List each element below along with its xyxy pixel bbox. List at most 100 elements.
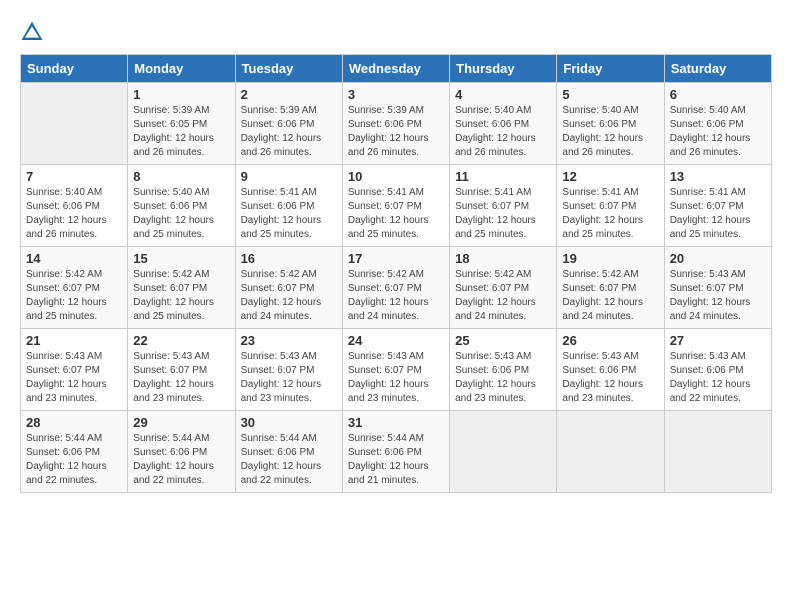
day-number: 11 xyxy=(455,169,551,184)
day-number: 26 xyxy=(562,333,658,348)
day-number: 19 xyxy=(562,251,658,266)
day-info: Sunrise: 5:42 AM Sunset: 6:07 PM Dayligh… xyxy=(348,268,444,324)
day-number: 15 xyxy=(133,251,229,266)
calendar-day-cell xyxy=(664,411,771,493)
day-info: Sunrise: 5:43 AM Sunset: 6:07 PM Dayligh… xyxy=(348,350,444,406)
day-info: Sunrise: 5:40 AM Sunset: 6:06 PM Dayligh… xyxy=(26,186,122,242)
calendar-day-cell: 15 Sunrise: 5:42 AM Sunset: 6:07 PM Dayli… xyxy=(128,247,235,329)
calendar-day-cell: 22 Sunrise: 5:43 AM Sunset: 6:07 PM Dayli… xyxy=(128,329,235,411)
day-number: 4 xyxy=(455,87,551,102)
calendar-day-header: Thursday xyxy=(450,55,557,83)
day-info: Sunrise: 5:43 AM Sunset: 6:06 PM Dayligh… xyxy=(562,350,658,406)
calendar-day-cell xyxy=(450,411,557,493)
day-number: 13 xyxy=(670,169,766,184)
calendar-day-cell: 12 Sunrise: 5:41 AM Sunset: 6:07 PM Dayli… xyxy=(557,165,664,247)
calendar-day-cell: 11 Sunrise: 5:41 AM Sunset: 6:07 PM Dayli… xyxy=(450,165,557,247)
calendar-day-cell: 10 Sunrise: 5:41 AM Sunset: 6:07 PM Dayli… xyxy=(342,165,449,247)
day-number: 27 xyxy=(670,333,766,348)
calendar-day-cell: 16 Sunrise: 5:42 AM Sunset: 6:07 PM Dayli… xyxy=(235,247,342,329)
day-info: Sunrise: 5:39 AM Sunset: 6:06 PM Dayligh… xyxy=(241,104,337,160)
calendar-day-cell: 31 Sunrise: 5:44 AM Sunset: 6:06 PM Dayli… xyxy=(342,411,449,493)
calendar-day-cell: 6Sunrise: 5:40 AM Sunset: 6:06 PM Daylig… xyxy=(664,83,771,165)
calendar-day-cell: 21 Sunrise: 5:43 AM Sunset: 6:07 PM Dayli… xyxy=(21,329,128,411)
calendar-day-cell: 2 Sunrise: 5:39 AM Sunset: 6:06 PM Daylig… xyxy=(235,83,342,165)
day-number: 7 xyxy=(26,169,122,184)
calendar-week-row: 7 Sunrise: 5:40 AM Sunset: 6:06 PM Daylig… xyxy=(21,165,772,247)
calendar-day-cell: 7 Sunrise: 5:40 AM Sunset: 6:06 PM Daylig… xyxy=(21,165,128,247)
calendar-week-row: 14 Sunrise: 5:42 AM Sunset: 6:07 PM Dayli… xyxy=(21,247,772,329)
logo-icon xyxy=(20,20,44,44)
day-number: 22 xyxy=(133,333,229,348)
day-number: 16 xyxy=(241,251,337,266)
day-info: Sunrise: 5:42 AM Sunset: 6:07 PM Dayligh… xyxy=(26,268,122,324)
calendar-day-cell: 27Sunrise: 5:43 AM Sunset: 6:06 PM Dayli… xyxy=(664,329,771,411)
calendar-day-cell xyxy=(557,411,664,493)
day-number: 20 xyxy=(670,251,766,266)
calendar-week-row: 1Sunrise: 5:39 AM Sunset: 6:05 PM Daylig… xyxy=(21,83,772,165)
calendar-day-cell: 20Sunrise: 5:43 AM Sunset: 6:07 PM Dayli… xyxy=(664,247,771,329)
day-info: Sunrise: 5:41 AM Sunset: 6:07 PM Dayligh… xyxy=(455,186,551,242)
day-info: Sunrise: 5:43 AM Sunset: 6:07 PM Dayligh… xyxy=(241,350,337,406)
calendar-day-cell: 24Sunrise: 5:43 AM Sunset: 6:07 PM Dayli… xyxy=(342,329,449,411)
day-info: Sunrise: 5:40 AM Sunset: 6:06 PM Dayligh… xyxy=(562,104,658,160)
calendar-day-cell: 18 Sunrise: 5:42 AM Sunset: 6:07 PM Dayli… xyxy=(450,247,557,329)
day-number: 9 xyxy=(241,169,337,184)
day-number: 10 xyxy=(348,169,444,184)
day-number: 12 xyxy=(562,169,658,184)
day-info: Sunrise: 5:41 AM Sunset: 6:07 PM Dayligh… xyxy=(670,186,766,242)
calendar-day-cell: 9 Sunrise: 5:41 AM Sunset: 6:06 PM Daylig… xyxy=(235,165,342,247)
day-number: 2 xyxy=(241,87,337,102)
calendar-header-row: SundayMondayTuesdayWednesdayThursdayFrid… xyxy=(21,55,772,83)
calendar-day-cell: 29 Sunrise: 5:44 AM Sunset: 6:06 PM Dayli… xyxy=(128,411,235,493)
day-number: 1 xyxy=(133,87,229,102)
calendar-day-cell: 23 Sunrise: 5:43 AM Sunset: 6:07 PM Dayli… xyxy=(235,329,342,411)
day-number: 23 xyxy=(241,333,337,348)
day-info: Sunrise: 5:41 AM Sunset: 6:07 PM Dayligh… xyxy=(562,186,658,242)
day-info: Sunrise: 5:43 AM Sunset: 6:06 PM Dayligh… xyxy=(455,350,551,406)
calendar-day-cell: 26 Sunrise: 5:43 AM Sunset: 6:06 PM Dayli… xyxy=(557,329,664,411)
calendar-day-cell: 8Sunrise: 5:40 AM Sunset: 6:06 PM Daylig… xyxy=(128,165,235,247)
day-info: Sunrise: 5:44 AM Sunset: 6:06 PM Dayligh… xyxy=(133,432,229,488)
day-number: 25 xyxy=(455,333,551,348)
day-info: Sunrise: 5:39 AM Sunset: 6:06 PM Dayligh… xyxy=(348,104,444,160)
calendar-body: 1Sunrise: 5:39 AM Sunset: 6:05 PM Daylig… xyxy=(21,83,772,493)
day-info: Sunrise: 5:42 AM Sunset: 6:07 PM Dayligh… xyxy=(241,268,337,324)
calendar-day-cell: 28 Sunrise: 5:44 AM Sunset: 6:06 PM Dayli… xyxy=(21,411,128,493)
day-info: Sunrise: 5:42 AM Sunset: 6:07 PM Dayligh… xyxy=(133,268,229,324)
calendar-week-row: 28 Sunrise: 5:44 AM Sunset: 6:06 PM Dayli… xyxy=(21,411,772,493)
day-number: 6 xyxy=(670,87,766,102)
day-number: 3 xyxy=(348,87,444,102)
calendar-day-cell: 5Sunrise: 5:40 AM Sunset: 6:06 PM Daylig… xyxy=(557,83,664,165)
calendar-day-cell: 30Sunrise: 5:44 AM Sunset: 6:06 PM Dayli… xyxy=(235,411,342,493)
calendar-day-cell: 4 Sunrise: 5:40 AM Sunset: 6:06 PM Daylig… xyxy=(450,83,557,165)
calendar-day-cell xyxy=(21,83,128,165)
day-number: 21 xyxy=(26,333,122,348)
day-number: 31 xyxy=(348,415,444,430)
calendar-day-cell: 17 Sunrise: 5:42 AM Sunset: 6:07 PM Dayli… xyxy=(342,247,449,329)
calendar-day-cell: 14 Sunrise: 5:42 AM Sunset: 6:07 PM Dayli… xyxy=(21,247,128,329)
logo xyxy=(20,20,48,44)
day-info: Sunrise: 5:43 AM Sunset: 6:07 PM Dayligh… xyxy=(26,350,122,406)
calendar-day-cell: 19Sunrise: 5:42 AM Sunset: 6:07 PM Dayli… xyxy=(557,247,664,329)
calendar-day-cell: 13 Sunrise: 5:41 AM Sunset: 6:07 PM Dayli… xyxy=(664,165,771,247)
calendar-day-cell: 25 Sunrise: 5:43 AM Sunset: 6:06 PM Dayli… xyxy=(450,329,557,411)
calendar-day-header: Tuesday xyxy=(235,55,342,83)
day-number: 29 xyxy=(133,415,229,430)
day-number: 17 xyxy=(348,251,444,266)
day-info: Sunrise: 5:40 AM Sunset: 6:06 PM Dayligh… xyxy=(455,104,551,160)
calendar-day-cell: 1Sunrise: 5:39 AM Sunset: 6:05 PM Daylig… xyxy=(128,83,235,165)
day-number: 18 xyxy=(455,251,551,266)
day-number: 28 xyxy=(26,415,122,430)
calendar-week-row: 21 Sunrise: 5:43 AM Sunset: 6:07 PM Dayli… xyxy=(21,329,772,411)
day-number: 30 xyxy=(241,415,337,430)
day-info: Sunrise: 5:44 AM Sunset: 6:06 PM Dayligh… xyxy=(348,432,444,488)
calendar-day-header: Wednesday xyxy=(342,55,449,83)
day-info: Sunrise: 5:42 AM Sunset: 6:07 PM Dayligh… xyxy=(455,268,551,324)
page-header xyxy=(20,20,772,44)
day-number: 14 xyxy=(26,251,122,266)
day-number: 8 xyxy=(133,169,229,184)
day-info: Sunrise: 5:44 AM Sunset: 6:06 PM Dayligh… xyxy=(26,432,122,488)
day-info: Sunrise: 5:43 AM Sunset: 6:07 PM Dayligh… xyxy=(133,350,229,406)
day-info: Sunrise: 5:41 AM Sunset: 6:07 PM Dayligh… xyxy=(348,186,444,242)
day-info: Sunrise: 5:41 AM Sunset: 6:06 PM Dayligh… xyxy=(241,186,337,242)
